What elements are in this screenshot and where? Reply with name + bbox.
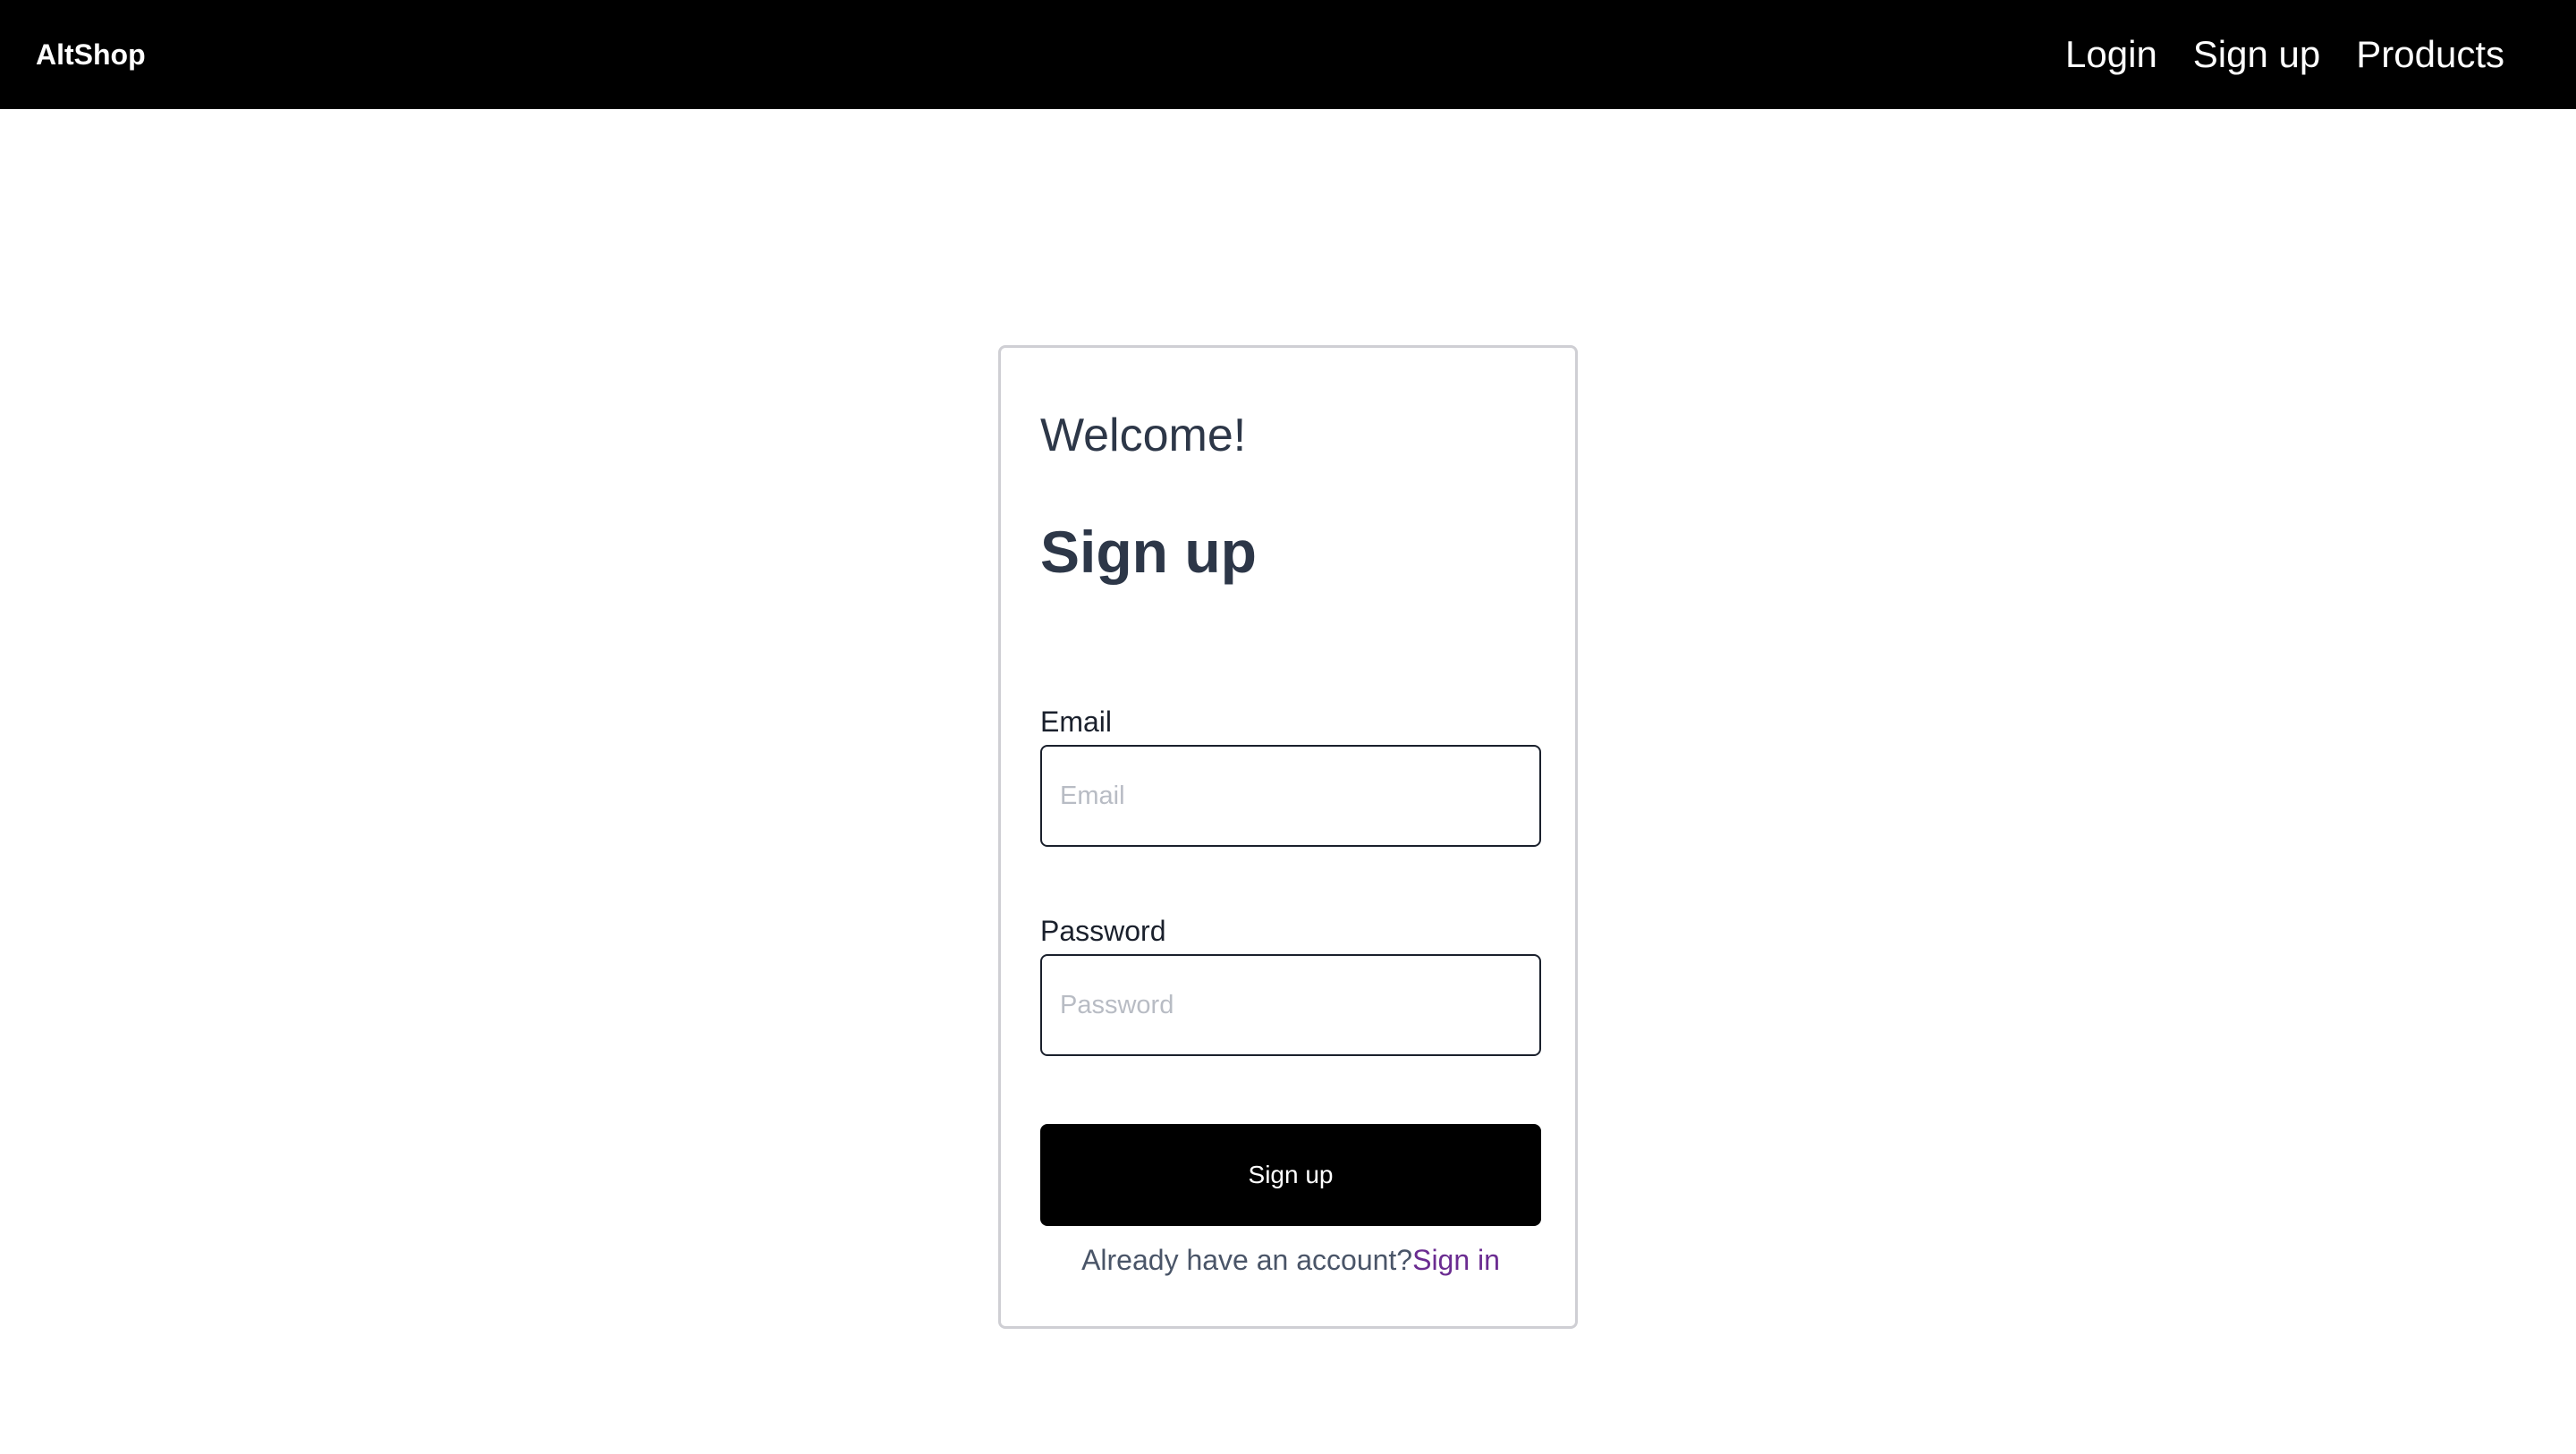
nav-links: Login Sign up Products — [2065, 0, 2504, 109]
signin-prompt: Already have an account?Sign in — [1040, 1244, 1541, 1277]
signup-submit-button[interactable]: Sign up — [1040, 1124, 1541, 1226]
signup-card: Welcome! Sign up Email Password Sign up … — [998, 345, 1578, 1329]
brand-logo-link[interactable]: AltShop — [36, 0, 146, 109]
signin-link[interactable]: Sign in — [1412, 1244, 1500, 1276]
email-field[interactable] — [1040, 745, 1541, 847]
nav-signup-link[interactable]: Sign up — [2193, 33, 2320, 76]
page-title: Sign up — [1040, 519, 1257, 585]
signin-prompt-text: Already have an account? — [1081, 1244, 1413, 1276]
password-label: Password — [1040, 915, 1166, 947]
password-field[interactable] — [1040, 954, 1541, 1056]
email-label: Email — [1040, 706, 1113, 738]
nav-login-link[interactable]: Login — [2065, 33, 2157, 76]
welcome-heading: Welcome! — [1040, 410, 1247, 461]
top-navbar: AltShop Login Sign up Products — [0, 0, 2576, 109]
nav-products-link[interactable]: Products — [2356, 33, 2504, 76]
